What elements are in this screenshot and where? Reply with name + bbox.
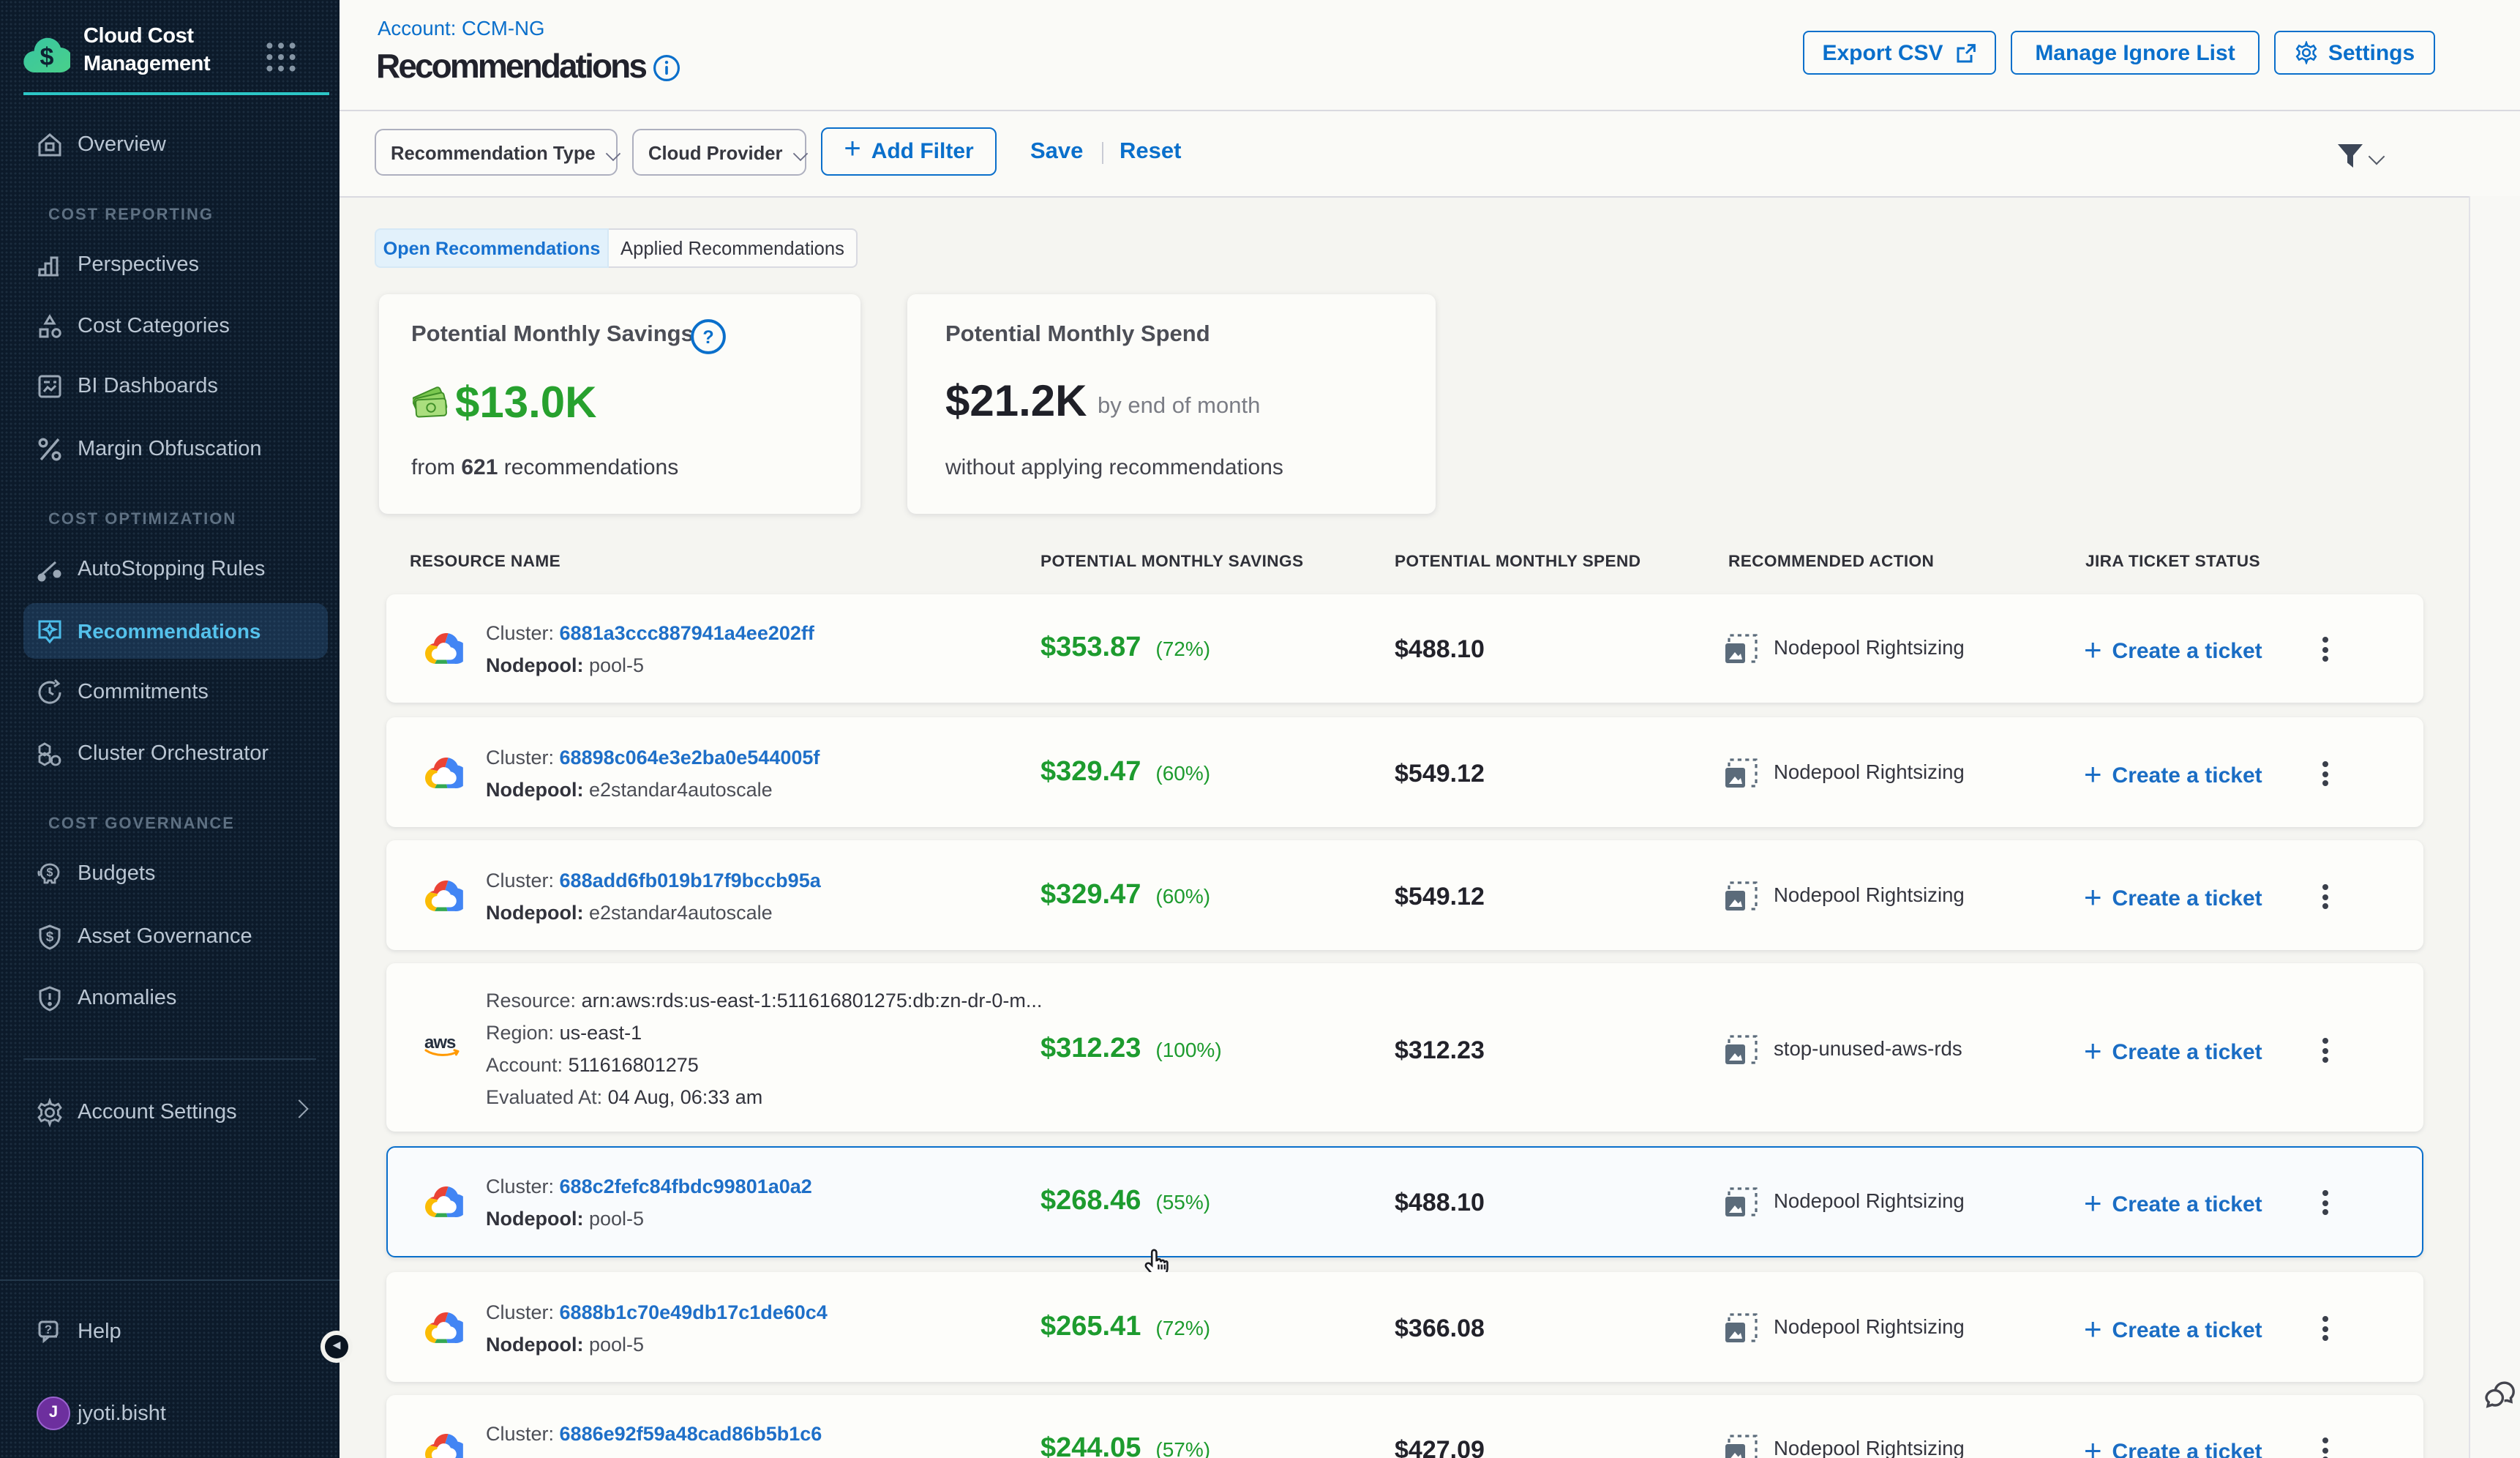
svg-text:?: ? <box>45 1323 52 1336</box>
svg-text:$: $ <box>40 43 54 71</box>
svg-text:$: $ <box>47 867 53 879</box>
svg-text:?: ? <box>702 327 713 348</box>
svg-text:$: $ <box>46 930 54 945</box>
